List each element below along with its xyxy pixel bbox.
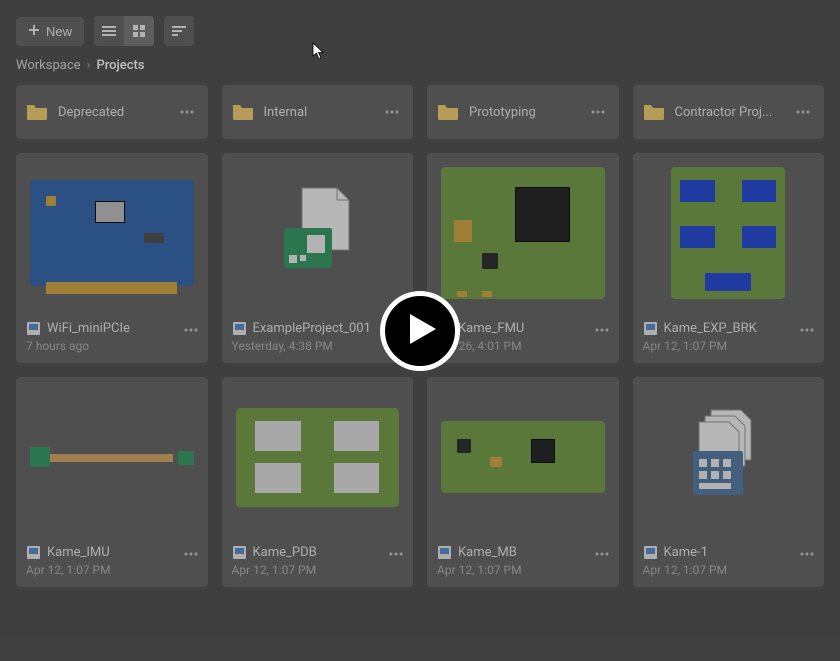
project-thumbnail [633,377,825,537]
more-button[interactable] [176,101,198,123]
more-button[interactable] [792,101,814,123]
folder-card[interactable]: Prototyping [427,85,619,139]
project-thumbnail [222,153,414,313]
folder-name: Internal [264,105,372,120]
more-button[interactable] [381,101,403,123]
project-date: Apr 12, 1:07 PM [437,563,609,577]
more-button[interactable] [587,101,609,123]
folder-icon [437,103,459,121]
grid-view-button[interactable] [124,16,154,46]
new-button[interactable]: New [16,17,84,46]
folder-icon [643,103,665,121]
more-button[interactable] [385,543,407,565]
breadcrumb-root[interactable]: Workspace [16,58,81,73]
play-button[interactable] [380,291,460,371]
folder-card[interactable]: Contractor Proj... [633,85,825,139]
project-thumbnail [222,377,414,537]
project-icon [232,321,247,336]
view-switch [94,16,154,46]
project-card[interactable]: Kame_IMU Apr 12, 1:07 PM [16,377,208,587]
breadcrumb-current: Projects [96,58,144,73]
more-button[interactable] [796,319,818,341]
project-name: Kame_MB [458,545,609,560]
folder-card[interactable]: Internal [222,85,414,139]
project-thumbnail [427,377,619,537]
project-thumbnail [16,153,208,313]
project-name: Kame-1 [664,545,815,560]
breadcrumb: Workspace › Projects [0,54,840,85]
folder-name: Contractor Proj... [675,105,783,120]
project-icon [232,545,247,560]
project-name: Kame_IMU [47,545,198,560]
more-button[interactable] [591,319,613,341]
project-date: Yesterday, 4:38 PM [232,339,404,353]
project-thumbnail [16,377,208,537]
plus-icon [28,24,40,39]
project-date: Apr 12, 1:07 PM [643,563,815,577]
project-icon [26,321,41,336]
project-card[interactable]: Kame_MB Apr 12, 1:07 PM [427,377,619,587]
folder-name: Prototyping [469,105,577,120]
project-icon [26,545,41,560]
project-icon [643,545,658,560]
more-button[interactable] [796,543,818,565]
list-icon [102,22,116,41]
folder-icon [232,103,254,121]
project-name: Kame_EXP_BRK [664,321,815,336]
sort-button[interactable] [164,16,194,46]
project-name: WiFi_miniPCIe [47,321,198,336]
project-card[interactable]: Kame_PDB Apr 12, 1:07 PM [222,377,414,587]
project-date: Apr 12, 1:07 PM [232,563,404,577]
project-icon [437,545,452,560]
folder-icon [26,103,48,121]
sort-icon [172,22,186,41]
new-button-label: New [46,24,72,39]
play-icon [402,312,438,350]
folders-grid: Deprecated Internal Prototyping Contract… [0,85,840,139]
grid-icon [133,22,145,41]
more-button[interactable] [180,543,202,565]
project-date: Apr 12, 1:07 PM [643,339,815,353]
project-name: Kame_PDB [253,545,404,560]
project-date: 7 hours ago [26,339,198,353]
chevron-right-icon: › [87,58,91,73]
project-card[interactable]: WiFi_miniPCIe 7 hours ago [16,153,208,363]
toolbar: New [0,0,840,54]
folder-card[interactable]: Deprecated [16,85,208,139]
more-button[interactable] [591,543,613,565]
project-icon [643,321,658,336]
project-thumbnail [633,153,825,313]
more-button[interactable] [180,319,202,341]
project-thumbnail [427,153,619,313]
project-card[interactable]: Kame-1 Apr 12, 1:07 PM [633,377,825,587]
list-view-button[interactable] [94,16,124,46]
project-name: Kame_FMU [458,321,609,336]
folder-name: Deprecated [58,105,166,120]
project-date: Apr 26, 4:01 PM [437,339,609,353]
project-card[interactable]: Kame_EXP_BRK Apr 12, 1:07 PM [633,153,825,363]
project-date: Apr 12, 1:07 PM [26,563,198,577]
